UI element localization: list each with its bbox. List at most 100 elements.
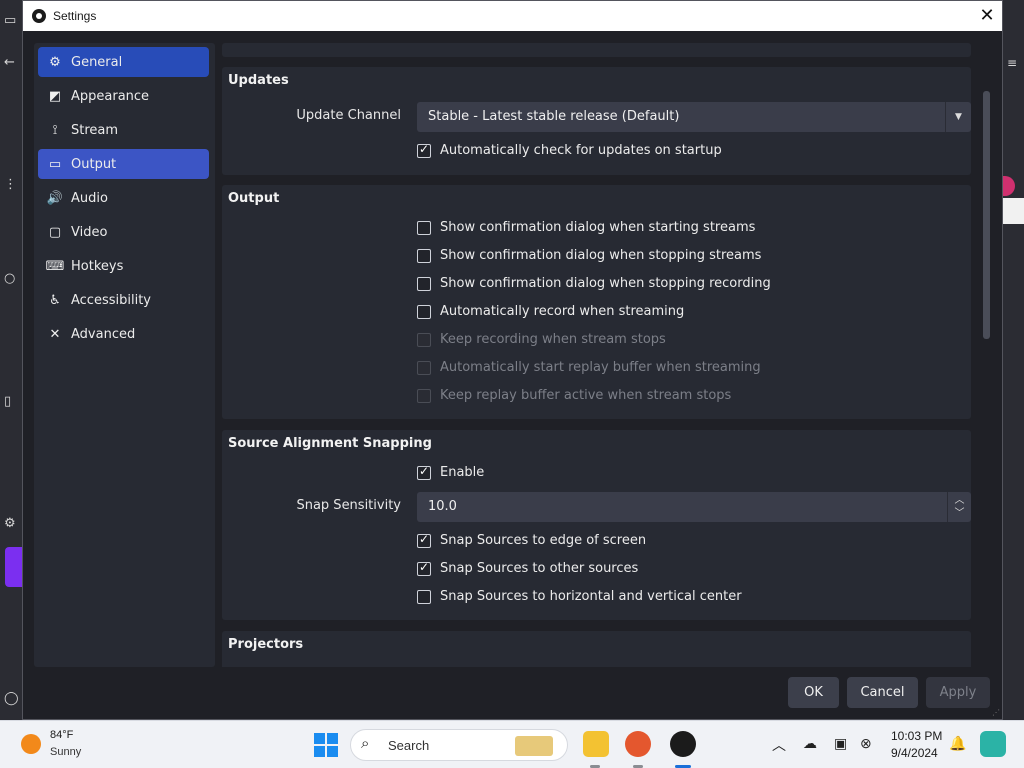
checkbox-box[interactable] (417, 464, 431, 480)
checkbox-box (417, 388, 431, 403)
sidebar-item-appearance[interactable]: ◩ Appearance (38, 81, 209, 111)
background-accent (5, 547, 22, 587)
copilot-icon[interactable] (980, 731, 1006, 757)
snap-sensitivity-spinbox[interactable]: 10.0 ︿ ﹀ (417, 492, 971, 522)
checkbox-label: Automatically start replay buffer when s… (440, 360, 761, 375)
weather-sun-icon[interactable] (21, 734, 41, 754)
checkbox-box (417, 360, 431, 375)
checkbox-box[interactable] (417, 220, 431, 235)
checkbox-box[interactable] (417, 276, 431, 291)
group-title-updates: Updates (228, 73, 289, 88)
output-option-checkbox-disabled: Keep recording when stream stops (417, 332, 666, 347)
settings-content: Updates Update Channel Stable - Latest s… (213, 43, 980, 667)
resize-grip-icon[interactable]: ⋰ (992, 708, 1000, 717)
sidebar-item-label: Advanced (71, 326, 136, 342)
network-icon[interactable]: ⊗ (860, 735, 872, 752)
cloud-offline-icon[interactable]: ☁ (803, 735, 817, 752)
checkbox-label: Show confirmation dialog when stopping r… (440, 276, 771, 291)
sidebar-item-accessibility[interactable]: ♿ Accessibility (38, 285, 209, 315)
chevron-down-icon[interactable]: ▼ (945, 102, 971, 132)
window-title: Settings (53, 9, 97, 23)
background-icon: ▭ (4, 13, 17, 28)
background-icon: ▯ (4, 394, 12, 409)
snapping-option-checkbox[interactable]: Snap Sources to edge of screen (417, 532, 647, 548)
sidebar-item-label: General (71, 54, 123, 70)
start-tile (327, 733, 338, 744)
spin-arrows[interactable]: ︿ ﹀ (947, 492, 971, 522)
checkbox-label: Snap Sources to edge of screen (440, 533, 647, 548)
snapping-enable-checkbox[interactable]: Enable (417, 464, 485, 480)
background-icon: ○ (4, 271, 16, 286)
firefox-icon[interactable] (625, 731, 651, 757)
appearance-icon: ◩ (48, 88, 62, 104)
chevron-down-icon[interactable]: ﹀ (948, 507, 971, 520)
checkbox-box[interactable] (417, 560, 431, 576)
output-option-checkbox-disabled: Keep replay buffer active when stream st… (417, 388, 731, 403)
cancel-button[interactable]: Cancel (847, 677, 918, 708)
snapping-option-checkbox[interactable]: Snap Sources to horizontal and vertical … (417, 589, 742, 604)
chevron-up-icon[interactable]: ︿ (948, 494, 971, 507)
sidebar-item-label: Accessibility (71, 292, 151, 308)
sidebar-item-video[interactable]: ▢ Video (38, 217, 209, 247)
clock-date[interactable]: 9/4/2024 (891, 746, 938, 760)
checkbox-box[interactable] (417, 589, 431, 604)
start-button-icon[interactable] (314, 733, 338, 757)
group-title-projectors: Projectors (228, 637, 304, 652)
background-icon: ◯ (4, 691, 19, 706)
background-back-icon: ← (4, 55, 15, 70)
group-previous-tail (222, 43, 971, 57)
sidebar-item-general[interactable]: ⚙ General (38, 47, 209, 77)
group-title-snapping: Source Alignment Snapping (228, 436, 432, 451)
checkbox-box[interactable] (417, 304, 431, 319)
output-option-checkbox[interactable]: Automatically record when streaming (417, 304, 684, 319)
checkbox-box[interactable] (417, 248, 431, 263)
sidebar-item-stream[interactable]: ⟟ Stream (38, 115, 209, 145)
clock-time[interactable]: 10:03 PM (891, 729, 942, 743)
obs-taskbar-icon[interactable] (670, 731, 696, 757)
weather-temperature[interactable]: 84°F (50, 729, 73, 741)
display-icon[interactable]: ▣ (834, 735, 847, 752)
tools-icon: ✕ (49, 326, 61, 342)
gear-icon: ⚙ (49, 54, 61, 70)
auto-check-updates-checkbox[interactable]: Automatically check for updates on start… (417, 142, 722, 158)
checkbox-box[interactable] (417, 142, 431, 158)
sidebar-item-advanced[interactable]: ✕ Advanced (38, 319, 209, 349)
checkbox-label: Automatically check for updates on start… (440, 143, 722, 158)
checkbox-label: Show confirmation dialog when starting s… (440, 220, 756, 235)
snapping-option-checkbox[interactable]: Snap Sources to other sources (417, 560, 638, 576)
title-bar: Settings ✕ (23, 1, 1002, 31)
scrollbar-thumb[interactable] (983, 91, 990, 339)
snap-sensitivity-label: Snap Sensitivity (296, 498, 401, 513)
chevron-up-icon[interactable]: ︿ (772, 735, 786, 755)
checkbox-label: Enable (440, 465, 485, 480)
output-option-checkbox[interactable]: Show confirmation dialog when starting s… (417, 220, 755, 235)
update-channel-value: Stable - Latest stable release (Default) (428, 109, 680, 124)
update-channel-select[interactable]: Stable - Latest stable release (Default)… (417, 102, 971, 132)
ok-button[interactable]: OK (788, 677, 839, 708)
file-explorer-icon[interactable] (583, 731, 609, 757)
checkbox-box (417, 332, 431, 347)
taskbar: 84°F Sunny ⌕ Search ︿ ☁ ▣ ⊗ 10:03 PM 9/4… (0, 720, 1024, 768)
search-icon: ⌕ (361, 735, 370, 752)
notification-bell-icon[interactable]: 🔔 (949, 735, 966, 752)
checkbox-label: Automatically record when streaming (440, 304, 685, 319)
start-tile (314, 733, 325, 744)
search-highlight-icon (515, 736, 553, 756)
output-option-checkbox[interactable]: Show confirmation dialog when stopping s… (417, 248, 761, 263)
checkbox-box[interactable] (417, 532, 431, 548)
checkbox-label: Keep recording when stream stops (440, 332, 666, 347)
sidebar-item-label: Video (71, 224, 108, 240)
checkbox-label: Snap Sources to horizontal and vertical … (440, 589, 742, 604)
output-option-checkbox[interactable]: Show confirmation dialog when stopping r… (417, 276, 771, 291)
background-panel (1003, 198, 1024, 224)
close-icon[interactable]: ✕ (972, 1, 1002, 31)
taskbar-search[interactable]: ⌕ Search (350, 729, 568, 761)
sidebar-item-label: Appearance (71, 88, 150, 104)
weather-condition[interactable]: Sunny (50, 746, 81, 758)
sidebar-item-audio[interactable]: 🔊 Audio (38, 183, 209, 213)
speaker-icon: 🔊 (46, 190, 64, 206)
group-snapping: Source Alignment Snapping Enable Snap Se… (222, 430, 971, 620)
sidebar-item-output[interactable]: ▭ Output (38, 149, 209, 179)
sidebar-item-hotkeys[interactable]: ⌨ Hotkeys (38, 251, 209, 281)
sidebar-item-label: Audio (71, 190, 108, 206)
